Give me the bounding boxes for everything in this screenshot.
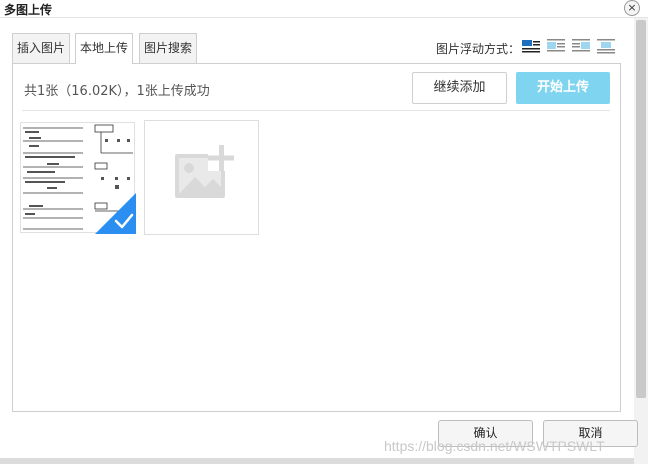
add-image-tile[interactable] bbox=[144, 120, 259, 235]
tab-insert-image[interactable]: 插入图片 bbox=[12, 33, 71, 63]
close-button[interactable]: × bbox=[624, 0, 640, 16]
scrollbar-thumb[interactable] bbox=[636, 20, 646, 398]
continue-add-button[interactable]: 继续添加 bbox=[412, 72, 507, 104]
tab-label: 图片搜索 bbox=[144, 41, 193, 55]
bottom-bar bbox=[0, 458, 634, 464]
close-icon: × bbox=[627, 1, 637, 14]
dialog-title: 多图上传 bbox=[4, 3, 53, 17]
float-left-icon[interactable] bbox=[546, 38, 566, 54]
float-center-icon[interactable] bbox=[596, 38, 616, 54]
divider bbox=[22, 110, 610, 111]
add-image-icon bbox=[175, 145, 234, 198]
upload-success-check-icon bbox=[95, 193, 136, 234]
upload-panel bbox=[12, 63, 621, 412]
dialog-titlebar: 多图上传 bbox=[0, 0, 648, 18]
tab-label: 本地上传 bbox=[80, 41, 129, 55]
float-mode-label: 图片浮动方式： bbox=[436, 42, 521, 56]
tab-local-upload[interactable]: 本地上传 bbox=[75, 33, 134, 64]
float-none-icon[interactable] bbox=[521, 38, 541, 54]
start-upload-button[interactable]: 开始上传 bbox=[516, 72, 610, 104]
tab-label: 插入图片 bbox=[17, 41, 66, 55]
watermark-text: https://blog.csdn.net/WSWTPSWLT bbox=[384, 438, 605, 454]
float-right-icon[interactable] bbox=[571, 38, 591, 54]
tab-image-search[interactable]: 图片搜索 bbox=[139, 33, 198, 63]
upload-status-text: 共1张（16.02K），1张上传成功 bbox=[24, 84, 210, 99]
upload-dialog: 多图上传 × 插入图片 本地上传 图片搜索 图片浮动方式： 共1张（16.02K… bbox=[0, 0, 648, 464]
